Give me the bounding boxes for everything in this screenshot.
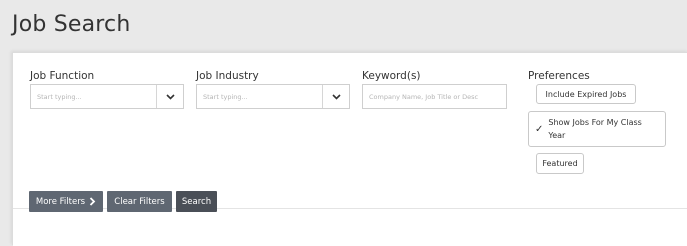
job-industry-combobox	[196, 84, 350, 109]
clear-filters-label: Clear Filters	[114, 196, 165, 207]
filter-footer	[13, 208, 687, 246]
job-industry-label: Job Industry	[196, 70, 259, 82]
filter-panel: Job Function Job Industry Keyword(s) Pre…	[12, 52, 687, 246]
job-industry-input[interactable]	[197, 85, 322, 108]
featured-toggle[interactable]: Featured	[536, 153, 584, 174]
page-title: Job Search	[12, 12, 131, 37]
clear-filters-button[interactable]: Clear Filters	[107, 191, 172, 212]
job-function-label: Job Function	[30, 70, 95, 82]
preferences-label: Preferences	[528, 70, 590, 82]
job-function-input[interactable]	[31, 85, 156, 108]
job-function-dropdown-button[interactable]	[156, 85, 183, 108]
job-function-combobox	[30, 84, 184, 109]
keywords-input[interactable]	[362, 84, 507, 109]
more-filters-label: More Filters	[35, 196, 86, 207]
featured-label: Featured	[542, 159, 578, 168]
include-expired-jobs-label: Include Expired Jobs	[545, 89, 627, 99]
chevron-down-icon	[165, 93, 175, 100]
show-class-year-jobs-label: Show Jobs For My Class Year	[548, 118, 642, 140]
include-expired-jobs-toggle[interactable]: Include Expired Jobs	[536, 84, 636, 104]
keywords-label: Keyword(s)	[362, 70, 421, 82]
job-industry-dropdown-button[interactable]	[322, 85, 349, 108]
chevron-right-icon	[89, 197, 96, 206]
search-label: Search	[181, 196, 212, 207]
chevron-down-icon	[331, 93, 341, 100]
checkmark-icon: ✓	[535, 123, 544, 135]
more-filters-button[interactable]: More Filters	[29, 191, 103, 212]
search-button[interactable]: Search	[176, 191, 217, 212]
show-class-year-jobs-toggle[interactable]: ✓ Show Jobs For My Class Year	[528, 111, 666, 147]
